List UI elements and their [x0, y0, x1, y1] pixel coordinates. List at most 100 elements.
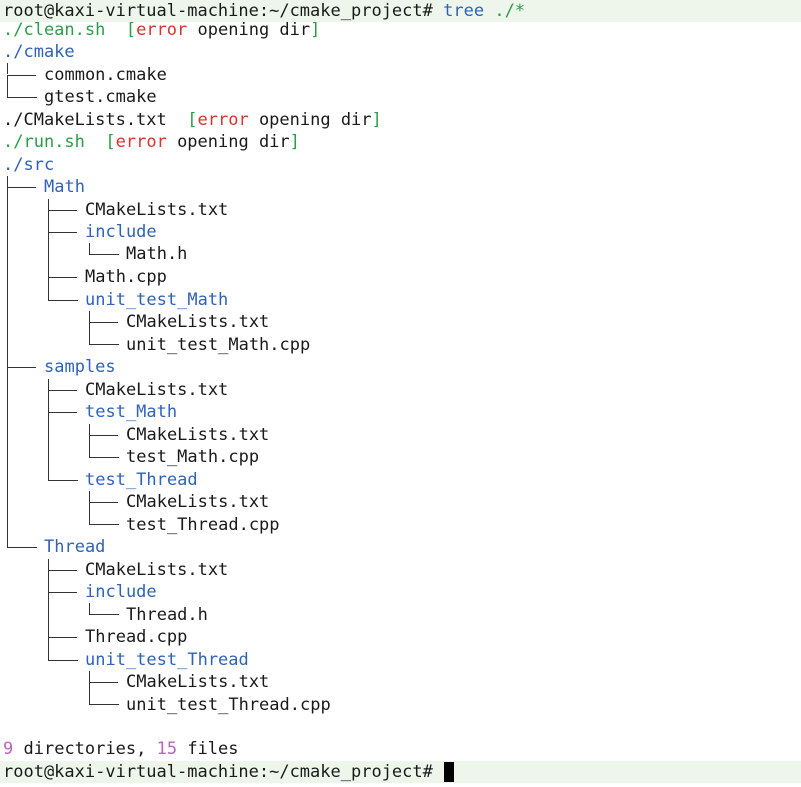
entry-name: CMakeLists.txt: [126, 672, 270, 692]
entry-name: Math: [44, 177, 85, 197]
tree-entry-gtest-cmake: gtest.cmake: [44, 86, 157, 108]
tree-connector: [48, 649, 78, 661]
entry-name: test_Math.cpp: [126, 447, 260, 467]
entry-name: Thread.cpp: [85, 627, 188, 647]
entry-name: ./clean.sh: [3, 20, 106, 40]
tree-entry-test-math-dir: test_Math: [85, 401, 177, 423]
entry-name: include: [85, 222, 157, 242]
tree-entry-unit-test-math-dir: unit_test_Math: [85, 289, 228, 311]
tree-entry-samples-cmakelists: CMakeLists.txt: [85, 379, 228, 401]
entry-name: common.cmake: [44, 65, 167, 85]
tree-connector: [7, 176, 36, 188]
tree-entry-test-thread-cmakelists: CMakeLists.txt: [126, 491, 269, 513]
tree-entry-run-sh: ./run.sh [error opening dir]: [3, 131, 300, 153]
error-bracket-close: ]: [289, 132, 300, 152]
tree-connector: [48, 379, 49, 469]
tree-connector: [48, 379, 77, 391]
entry-name: Thread.h: [126, 605, 208, 625]
error-bracket-open: [: [187, 110, 198, 130]
tree-entry-thread-h: Thread.h: [126, 604, 208, 626]
tree-connector: [89, 502, 119, 525]
entry-name: include: [85, 582, 157, 602]
error-word: error: [136, 20, 188, 40]
terminal-window[interactable]: root@kaxi-virtual-machine:~/cmake_projec…: [0, 0, 801, 787]
command-name: tree: [443, 1, 485, 21]
tree-entry-unit-test-thread-cpp: unit_test_Thread.cpp: [126, 694, 331, 716]
error-message: opening dir: [177, 132, 290, 152]
final-prompt-line[interactable]: root@kaxi-virtual-machine:~/cmake_projec…: [3, 761, 433, 783]
directory-label: directories,: [23, 739, 147, 759]
entry-name: CMakeLists.txt: [126, 312, 270, 332]
command-argument: ./*: [494, 1, 526, 21]
tree-connector: [48, 559, 77, 571]
entry-name: CMakeLists.txt: [126, 492, 270, 512]
tree-entry-cmakelists-root: ./CMakeLists.txt [error opening dir]: [3, 109, 382, 131]
tree-entry-math-h: Math.h: [126, 243, 187, 265]
entry-name: unit_test_Math: [85, 290, 229, 310]
error-bracket-open: [: [125, 20, 137, 40]
tree-connector: [48, 289, 78, 301]
tree-connector: [48, 199, 77, 211]
tree-summary: 9 directories, 15 files: [3, 738, 239, 760]
entry-name: ./run.sh: [3, 132, 85, 152]
tree-entry-thread-dir: Thread: [44, 536, 105, 558]
tree-connector: [7, 525, 37, 548]
entry-name: unit_test_Thread.cpp: [126, 695, 331, 715]
tree-entry-common-cmake: common.cmake: [44, 64, 167, 86]
tree-connector: [48, 469, 78, 481]
text-cursor: [444, 762, 454, 782]
entry-name: unit_test_Math.cpp: [126, 335, 311, 355]
tree-connector: [7, 356, 36, 368]
entry-name: Math.cpp: [85, 267, 167, 287]
tree-entry-unit-test-math-cpp: unit_test_Math.cpp: [126, 334, 310, 356]
entry-name: samples: [44, 357, 116, 377]
tree-connector: [89, 243, 119, 255]
error-word: error: [197, 110, 249, 130]
tree-entry-thread-cmakelists: CMakeLists.txt: [85, 559, 228, 581]
tree-entry-cmake-dir: ./cmake: [3, 41, 75, 63]
error-bracket-close: ]: [371, 110, 382, 130]
tree-connector: [48, 401, 77, 413]
tree-entry-samples-dir: samples: [44, 356, 116, 378]
entry-name: Thread: [44, 537, 106, 557]
entry-name: ./src: [3, 155, 55, 175]
file-label: files: [187, 739, 239, 759]
entry-name: test_Thread.cpp: [126, 515, 280, 535]
tree-entry-test-math-cmakelists: CMakeLists.txt: [126, 424, 269, 446]
error-message: opening dir: [197, 20, 311, 40]
tree-entry-math-include: include: [85, 221, 157, 243]
shell-prompt: root@kaxi-virtual-machine:~/cmake_projec…: [3, 762, 433, 782]
tree-connector: [48, 266, 77, 278]
tree-connector: [89, 682, 119, 705]
entry-name: CMakeLists.txt: [85, 560, 229, 580]
entry-name: unit_test_Thread: [85, 650, 249, 670]
tree-entry-test-thread-cpp: test_Thread.cpp: [126, 514, 280, 536]
error-message: opening dir: [258, 110, 372, 130]
entry-name: ./CMakeLists.txt: [3, 110, 167, 130]
tree-connector: [48, 221, 77, 233]
entry-name: CMakeLists.txt: [126, 425, 270, 445]
tree-entry-test-math-cpp: test_Math.cpp: [126, 446, 259, 468]
entry-name: test_Thread: [85, 470, 198, 490]
entry-name: gtest.cmake: [44, 87, 157, 107]
tree-connector: [89, 435, 119, 458]
entry-name: ./cmake: [3, 42, 75, 62]
error-bracket-open: [: [105, 132, 116, 152]
tree-connector: [48, 626, 77, 638]
tree-entry-math-cpp: Math.cpp: [85, 266, 167, 288]
tree-entry-thread-cpp: Thread.cpp: [85, 626, 187, 648]
tree-connector: [89, 603, 119, 615]
tree-connector: [7, 75, 37, 98]
entry-name: CMakeLists.txt: [85, 380, 229, 400]
tree-connector: [89, 322, 119, 345]
tree-entry-unit-test-math-cmakelists: CMakeLists.txt: [126, 311, 269, 333]
file-count: 15: [156, 739, 178, 759]
tree-entry-clean-sh: ./clean.sh [error opening dir]: [3, 19, 320, 41]
directory-count: 9: [3, 739, 14, 759]
tree-entry-unit-test-thread-cmakelists: CMakeLists.txt: [126, 671, 269, 693]
error-bracket-close: ]: [310, 20, 321, 40]
entry-name: Math.h: [126, 244, 188, 264]
tree-entry-unit-test-thread-dir: unit_test_Thread: [85, 649, 249, 671]
entry-name: test_Math: [85, 402, 178, 422]
tree-entry-thread-include: include: [85, 581, 157, 603]
